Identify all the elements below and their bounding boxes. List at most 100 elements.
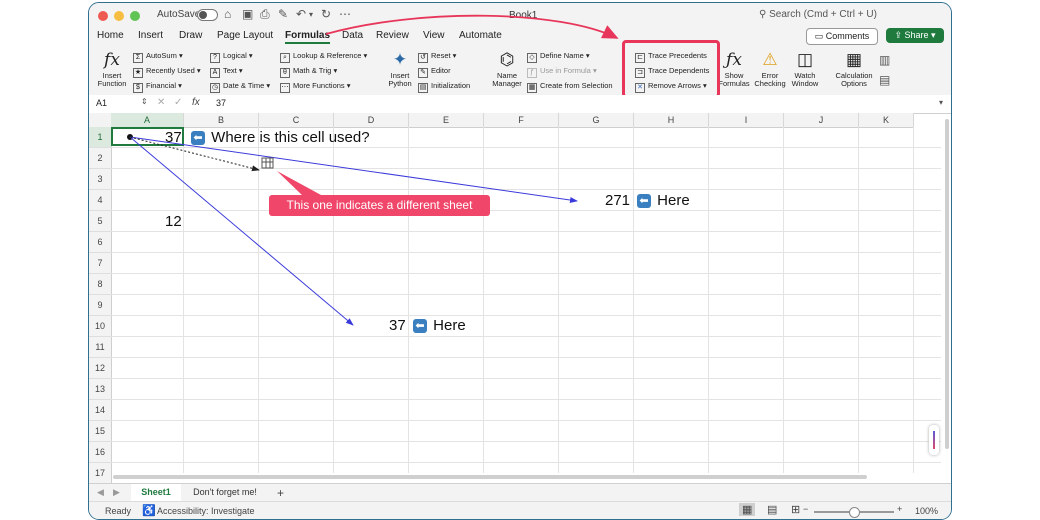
name-box[interactable]: A1: [96, 98, 107, 108]
normal-view-icon[interactable]: ▦: [739, 503, 756, 516]
tab-draw[interactable]: Draw: [179, 30, 202, 41]
name-manager-button[interactable]: ⌬ Name Manager: [490, 50, 524, 88]
comments-button[interactable]: ▭ Comments: [806, 28, 878, 45]
share-label: Share: [904, 30, 929, 40]
tab-review[interactable]: Review: [376, 30, 409, 41]
zoom-level[interactable]: 100%: [915, 506, 938, 516]
other-sheet-icon: [261, 157, 274, 169]
show-formulas-button[interactable]: ƒx Show Formulas: [718, 50, 750, 88]
insert-python-button[interactable]: ✦ Insert Python: [385, 50, 415, 88]
accessibility-icon[interactable]: ♿: [142, 504, 156, 517]
editor-button[interactable]: ✎ Editor: [418, 66, 451, 78]
more-icon[interactable]: ⋯: [339, 7, 351, 21]
share-button[interactable]: ⇪ Share ▾: [886, 28, 944, 43]
reset-button[interactable]: ↺ Reset ▾: [418, 51, 456, 63]
zoom-slider-knob[interactable]: [849, 507, 860, 518]
watch-window-label-2: Window: [791, 79, 819, 88]
tab-insert[interactable]: Insert: [138, 30, 163, 41]
dependent-arrow-g4: [129, 136, 578, 203]
error-checking-button[interactable]: ⚠ Error Checking: [753, 50, 787, 88]
add-sheet-icon[interactable]: +: [277, 486, 284, 500]
define-name-icon: ◇: [527, 53, 537, 63]
enter-icon[interactable]: ✓: [174, 97, 182, 108]
insert-function-label-2: Function: [97, 79, 127, 88]
initialization-button[interactable]: ▤ Initialization: [418, 81, 470, 93]
calculate-sheet-icon[interactable]: ▤: [879, 73, 890, 87]
home-icon[interactable]: ⌂: [224, 7, 231, 21]
insert-function-button[interactable]: fx Insert Function: [97, 50, 127, 88]
python-icon: ✦: [392, 50, 408, 69]
more-functions-button[interactable]: ⋯ More Functions ▾: [280, 81, 351, 93]
dependent-arrow-d10: [129, 136, 354, 326]
tab-page-layout[interactable]: Page Layout: [217, 30, 273, 41]
zoom-in-icon[interactable]: +: [897, 504, 902, 514]
cell-a5-value: 12: [165, 213, 182, 230]
search-input[interactable]: ⚲ Search (Cmd + Ctrl + U): [759, 9, 877, 20]
cell-g4-value: 271: [605, 192, 631, 209]
tab-data[interactable]: Data: [342, 30, 363, 41]
cell-b1-note: ⬅ Where is this cell used?: [189, 129, 370, 146]
calculation-options-button[interactable]: ▦ Calculation Options: [832, 50, 876, 88]
print-icon[interactable]: ⎙: [260, 7, 270, 22]
zoom-out-icon[interactable]: −: [803, 504, 808, 514]
cell-h4-note: ⬅ Here: [635, 192, 690, 209]
page-break-view-icon[interactable]: ⊞: [791, 503, 800, 516]
watch-window-button[interactable]: ◫ Watch Window: [789, 50, 821, 88]
name-box-stepper-icon[interactable]: ⇕: [141, 97, 148, 106]
cell-b1-text: Where is this cell used?: [211, 129, 370, 146]
ribbon-tabs: Home Insert Draw Page Layout Formulas Da…: [89, 27, 951, 47]
accessibility-status[interactable]: Accessibility: Investigate: [157, 506, 255, 516]
define-name-button[interactable]: ◇ Define Name ▾: [527, 51, 590, 63]
calculate-now-icon[interactable]: ▥: [879, 53, 890, 67]
horizontal-scrollbar[interactable]: [113, 475, 867, 479]
page-layout-view-icon[interactable]: ▤: [767, 503, 777, 516]
clock-icon: ◷: [210, 83, 220, 93]
tab-formulas[interactable]: Formulas: [285, 30, 331, 44]
status-ready: Ready: [105, 506, 132, 516]
date-time-button[interactable]: ◷ Date & Time ▾: [210, 81, 270, 93]
zoom-window-button[interactable]: [130, 11, 140, 21]
undo-dropdown-icon[interactable]: ▾: [309, 10, 313, 19]
close-window-button[interactable]: [98, 11, 108, 21]
scroll-left-icon[interactable]: ◀: [97, 487, 104, 498]
worksheet-grid[interactable]: ABCDEFGHIJK 1 2 3 4 5 6 7 8 9 10 11 12 13 14 15 16 17: [89, 113, 951, 484]
initialization-label: Initialization: [431, 81, 471, 90]
save-icon[interactable]: ▣: [242, 7, 253, 21]
tab-automate[interactable]: Automate: [459, 30, 502, 41]
redo-icon[interactable]: ↻: [321, 7, 331, 21]
scroll-right-icon[interactable]: ▶: [113, 487, 120, 498]
tab-home[interactable]: Home: [97, 30, 124, 41]
tab-view[interactable]: View: [423, 30, 445, 41]
lookup-reference-button[interactable]: ⌕ Lookup & Reference ▾: [280, 51, 367, 63]
financial-button[interactable]: $ Financial ▾: [133, 81, 182, 93]
cell-d10-value: 37: [389, 317, 406, 334]
lookup-icon: ⌕: [280, 53, 290, 63]
fx-label[interactable]: fx: [192, 97, 200, 108]
title-bar: AutoSave ⌂ ▣ ⎙ ✎ ↶ ▾ ↻ ⋯ Book1 ⚲ Search …: [89, 3, 951, 27]
date-time-label: Date & Time: [223, 81, 265, 90]
logical-icon: ?: [210, 53, 220, 63]
expand-formula-icon[interactable]: ▾: [939, 98, 943, 107]
editor-icon: ✎: [418, 68, 428, 78]
recently-used-button[interactable]: ★ Recently Used ▾: [133, 66, 201, 78]
formula-value[interactable]: 37: [216, 98, 226, 108]
edit-icon[interactable]: ✎: [278, 7, 288, 21]
use-in-formula-button[interactable]: ƒ Use in Formula ▾: [527, 66, 597, 78]
minimize-window-button[interactable]: [114, 11, 124, 21]
logical-button[interactable]: ? Logical ▾: [210, 51, 253, 63]
function-icon: fx: [104, 50, 120, 70]
side-indicator: [929, 425, 939, 455]
vertical-scrollbar[interactable]: [945, 119, 949, 449]
trace-arrows: [127, 134, 578, 326]
create-from-selection-button[interactable]: ▦ Create from Selection: [527, 81, 613, 93]
excel-window: AutoSave ⌂ ▣ ⎙ ✎ ↶ ▾ ↻ ⋯ Book1 ⚲ Search …: [88, 2, 952, 520]
autosave-toggle[interactable]: [197, 9, 218, 21]
math-trig-button[interactable]: θ Math & Trig ▾: [280, 66, 337, 78]
comments-label: Comments: [825, 31, 870, 41]
undo-icon[interactable]: ↶: [296, 7, 306, 21]
show-formulas-label-2: Formulas: [718, 79, 750, 88]
sheet-tab-dont-forget-me[interactable]: Don't forget me!: [185, 484, 265, 501]
cancel-icon[interactable]: ✕: [157, 97, 165, 108]
text-button[interactable]: A Text ▾: [210, 66, 243, 78]
autosum-button[interactable]: Σ AutoSum ▾: [133, 51, 183, 63]
